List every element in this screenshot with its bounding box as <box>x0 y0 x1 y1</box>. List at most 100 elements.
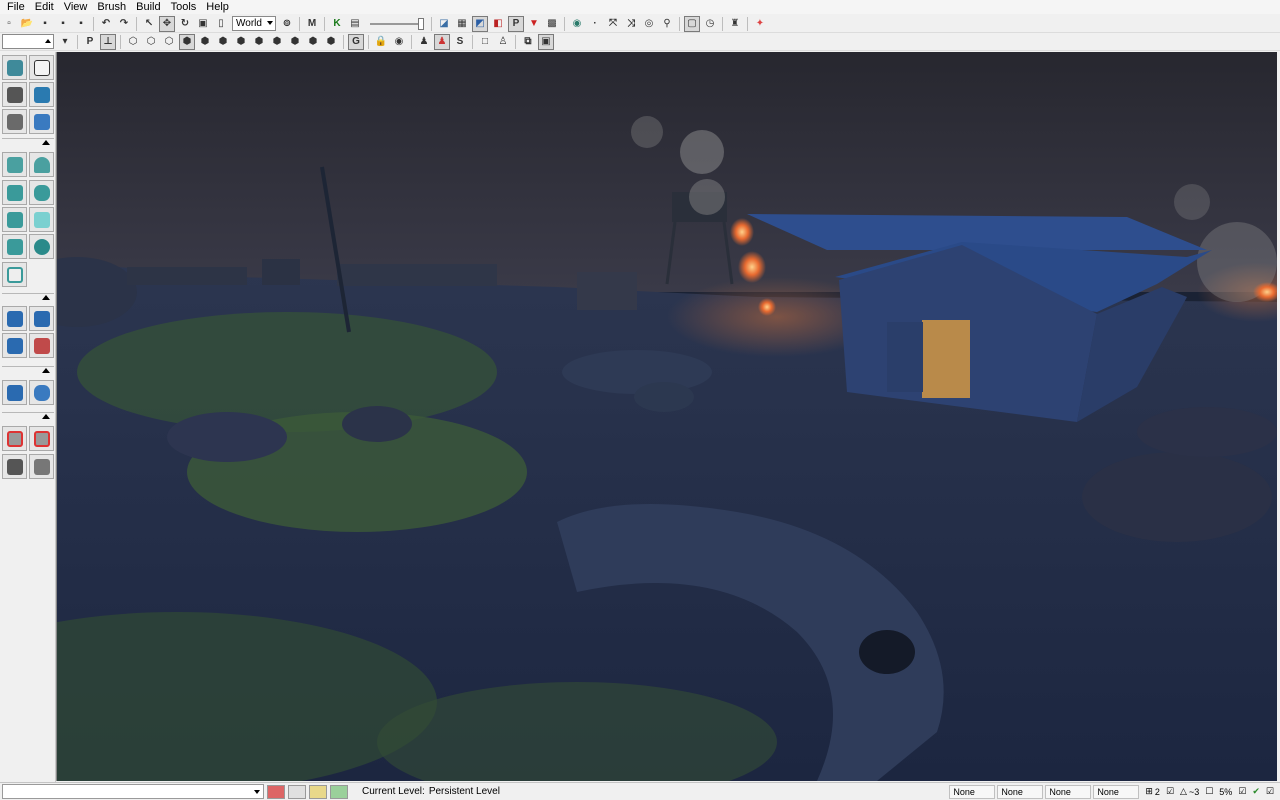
camera-mode-icon[interactable] <box>2 55 27 80</box>
stairs-brush-icon[interactable] <box>2 180 27 205</box>
maximize-icon[interactable]: ▣ <box>538 33 554 50</box>
brush-builder-icon[interactable] <box>29 109 54 134</box>
wireframe-icon[interactable]: ⬡ <box>125 34 141 50</box>
texture-density-icon[interactable]: ⬢ <box>251 34 267 50</box>
texture-align-icon[interactable] <box>29 82 54 107</box>
viewport-options-icon[interactable]: ▾ <box>57 34 73 50</box>
build-lighting-icon[interactable]: ▦ <box>454 16 470 32</box>
autosave-icon[interactable]: ✔ <box>1252 786 1260 797</box>
rotation-snap-checkbox[interactable]: ☐ <box>1205 786 1213 797</box>
game-view-icon[interactable]: G <box>348 33 364 50</box>
check-icon[interactable] <box>330 784 348 799</box>
lit-icon[interactable]: ⬢ <box>179 33 195 50</box>
build-all-icon[interactable]: P <box>508 15 524 32</box>
terrain-mode-icon[interactable] <box>2 82 27 107</box>
scale-view-icon[interactable]: S <box>452 34 468 50</box>
spiral-stairs-icon[interactable] <box>2 234 27 259</box>
csg-deintersect-icon[interactable] <box>29 333 54 358</box>
globe-icon[interactable]: ◉ <box>569 16 585 32</box>
connect-icon[interactable]: ⤧ <box>605 16 621 32</box>
scale-snap-checkbox[interactable]: ☑ <box>1238 786 1246 797</box>
csg-add-icon[interactable] <box>2 306 27 331</box>
cube-brush-icon[interactable] <box>2 152 27 177</box>
pawn-icon[interactable]: ♙ <box>495 34 511 50</box>
sphere-brush-icon[interactable] <box>29 234 54 259</box>
grid-snap-checkbox[interactable]: ☑ <box>1166 786 1174 797</box>
save-all-icon[interactable]: ▪ <box>55 16 71 32</box>
disconnect-icon[interactable]: ⤨ <box>623 16 639 32</box>
perspective-viewport[interactable] <box>56 52 1277 781</box>
autosave-checkbox[interactable]: ☑ <box>1266 786 1274 797</box>
build-cover-icon[interactable]: ◧ <box>490 16 506 32</box>
sheet-brush-icon[interactable] <box>29 207 54 232</box>
mesh-paint-icon[interactable] <box>2 109 27 134</box>
csg-subtract-icon[interactable] <box>29 306 54 331</box>
add-volume-icon[interactable] <box>2 380 27 405</box>
server-icon[interactable]: ◎ <box>641 16 657 32</box>
game-icon[interactable]: ✦ <box>752 16 768 32</box>
add-special-icon[interactable] <box>29 380 54 405</box>
menu-brush[interactable]: Brush <box>92 0 131 14</box>
rotation-snap[interactable]: ~3 <box>1189 787 1199 797</box>
content-browser-icon[interactable]: ▤ <box>347 16 363 32</box>
section-divider[interactable] <box>2 138 54 146</box>
light-complexity-icon[interactable]: ⬢ <box>233 34 249 50</box>
show-all-icon[interactable] <box>29 454 54 479</box>
menu-build[interactable]: Build <box>131 0 165 14</box>
square-icon[interactable]: □ <box>477 34 493 50</box>
play-on-pc-icon[interactable]: ▩ <box>544 16 560 32</box>
build-geometry-icon[interactable]: ◪ <box>436 16 452 32</box>
command-input[interactable] <box>2 784 264 799</box>
unlit-icon[interactable]: ⬡ <box>161 34 177 50</box>
search-actor-icon[interactable]: ⚲ <box>659 16 675 32</box>
snap-icon[interactable] <box>309 784 327 799</box>
brush-wire-icon[interactable]: ⬡ <box>143 34 159 50</box>
geometry-mode-icon[interactable] <box>29 55 54 80</box>
drag-grid-slider[interactable] <box>370 17 424 30</box>
open-file-icon[interactable]: 📂 <box>19 16 35 32</box>
cone-brush-icon[interactable] <box>29 152 54 177</box>
menu-file[interactable]: File <box>2 0 30 14</box>
lock-view-icon[interactable]: ⊥ <box>100 33 116 50</box>
grid-size[interactable]: 2 <box>1155 787 1160 797</box>
linear-stairs-icon[interactable] <box>2 207 27 232</box>
rotate-icon[interactable]: ↻ <box>177 16 193 32</box>
binoculars-icon[interactable]: ⊚ <box>279 16 295 32</box>
lighting-vis-icon[interactable]: ⬢ <box>305 34 321 50</box>
lightmap-res-icon[interactable]: ⬢ <box>323 34 339 50</box>
actor-icon[interactable]: ♜ <box>727 16 743 32</box>
perspective-icon[interactable]: P <box>82 34 98 50</box>
kismet-icon[interactable]: K <box>329 16 345 32</box>
non-uniform-scale-icon[interactable]: ▯ <box>213 16 229 32</box>
delete-icon[interactable] <box>267 784 285 799</box>
save-icon[interactable]: ▪ <box>37 16 53 32</box>
play-in-editor-icon[interactable]: ▼ <box>526 16 542 32</box>
tear-off-icon[interactable]: ⧉ <box>520 34 536 50</box>
save-current-icon[interactable]: ▪ <box>73 16 89 32</box>
undo-icon[interactable]: ↶ <box>98 16 114 32</box>
translate-icon[interactable]: ✥ <box>159 15 175 32</box>
tool-icon[interactable] <box>288 784 306 799</box>
menu-view[interactable]: View <box>59 0 93 14</box>
realtime-icon[interactable]: ◷ <box>702 16 718 32</box>
volume-brush-icon[interactable] <box>2 262 27 287</box>
scale-snap[interactable]: 5% <box>1219 787 1232 797</box>
section-divider[interactable] <box>2 412 54 420</box>
dot-icon[interactable]: · <box>587 16 603 32</box>
maximize-viewport-icon[interactable]: ▢ <box>684 15 700 32</box>
scale-icon[interactable]: ▣ <box>195 16 211 32</box>
lightmap-density-icon[interactable]: ⬢ <box>287 34 303 50</box>
select-icon[interactable]: ↖ <box>141 16 157 32</box>
matinee-icon[interactable]: M <box>304 16 320 32</box>
realtime-preview-icon[interactable]: ♟ <box>434 33 450 50</box>
slider-thumb[interactable] <box>418 17 424 30</box>
viewport-type-select[interactable] <box>2 34 54 49</box>
lock-icon[interactable]: 🔒 <box>373 34 389 50</box>
menu-edit[interactable]: Edit <box>30 0 59 14</box>
menu-tools[interactable]: Tools <box>166 0 202 14</box>
eye-icon[interactable]: ◉ <box>391 34 407 50</box>
redo-icon[interactable]: ↷ <box>116 16 132 32</box>
show-selected-icon[interactable] <box>2 426 27 451</box>
detail-lighting-icon[interactable]: ⬢ <box>197 34 213 50</box>
menu-help[interactable]: Help <box>201 0 234 14</box>
